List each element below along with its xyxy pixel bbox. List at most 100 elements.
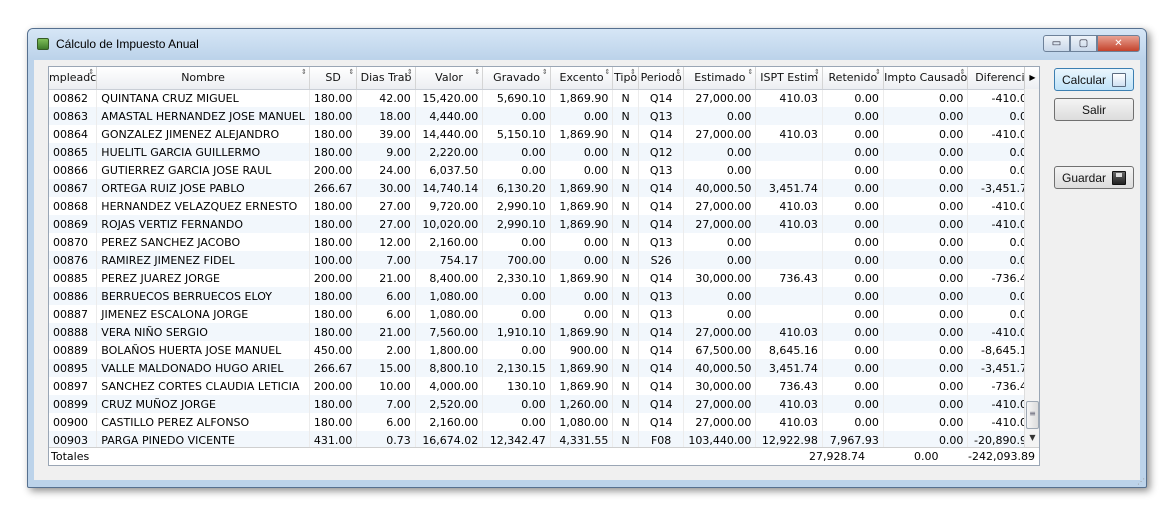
table-cell[interactable]: 67,500.00 xyxy=(683,341,757,359)
table-cell[interactable]: Q13 xyxy=(638,233,685,251)
table-cell[interactable]: 0.00 xyxy=(683,233,757,251)
table-cell[interactable]: 00864 xyxy=(49,125,98,143)
table-cell[interactable]: 0.00 xyxy=(482,287,551,305)
table-cell[interactable]: 0.00 xyxy=(822,395,884,413)
table-cell[interactable]: N xyxy=(612,341,639,359)
table-cell[interactable]: 0.00 xyxy=(883,269,969,287)
table-cell[interactable]: 0.00 xyxy=(822,143,884,161)
table-cell[interactable]: BOLAÑOS HUERTA JOSE MANUEL xyxy=(96,341,310,359)
table-cell[interactable]: 0.00 xyxy=(550,287,614,305)
table-cell[interactable]: 2,990.10 xyxy=(482,197,551,215)
table-cell[interactable]: 180.00 xyxy=(309,287,358,305)
column-header[interactable]: Excento ⇕ xyxy=(550,67,614,90)
scroll-right-icon[interactable]: ▶ xyxy=(1024,67,1039,89)
table-cell[interactable]: VALLE MALDONADO HUGO ARIEL xyxy=(96,359,310,377)
table-cell[interactable]: 0.00 xyxy=(683,305,757,323)
table-cell[interactable]: 0.00 xyxy=(683,161,757,179)
table-cell[interactable]: Q14 xyxy=(638,125,685,143)
table-cell[interactable]: N xyxy=(612,413,639,431)
table-cell[interactable]: N xyxy=(612,215,639,233)
table-cell[interactable]: 0.00 xyxy=(822,107,884,125)
guardar-button[interactable]: Guardar xyxy=(1054,166,1134,189)
table-cell[interactable]: GONZALEZ JIMENEZ ALEJANDRO xyxy=(96,125,310,143)
table-cell[interactable] xyxy=(755,107,823,125)
table-cell[interactable]: 9.00 xyxy=(356,143,416,161)
table-cell[interactable]: 30,000.00 xyxy=(683,377,757,395)
table-cell[interactable]: 18.00 xyxy=(356,107,416,125)
table-cell[interactable]: 0.00 xyxy=(683,287,757,305)
table-cell[interactable]: 0.00 xyxy=(822,89,884,107)
table-cell[interactable]: Q13 xyxy=(638,161,685,179)
table-cell[interactable]: 0.00 xyxy=(822,125,884,143)
table-cell[interactable]: BERRUECOS BERRUECOS ELOY xyxy=(96,287,310,305)
table-cell[interactable]: 0.00 xyxy=(482,413,551,431)
table-cell[interactable]: 0.00 xyxy=(822,215,884,233)
table-cell[interactable]: 3,451.74 xyxy=(755,359,823,377)
table-cell[interactable]: 180.00 xyxy=(309,395,358,413)
table-cell[interactable]: 0.00 xyxy=(883,341,969,359)
table-cell[interactable]: 00868 xyxy=(49,197,98,215)
table-cell[interactable]: 180.00 xyxy=(309,305,358,323)
table-cell[interactable]: 00889 xyxy=(49,341,98,359)
table-cell[interactable]: N xyxy=(612,251,639,269)
table-cell[interactable]: 00897 xyxy=(49,377,98,395)
table-cell[interactable]: 00870 xyxy=(49,233,98,251)
table-cell[interactable]: 00867 xyxy=(49,179,98,197)
table-cell[interactable]: 27,000.00 xyxy=(683,125,757,143)
table-cell[interactable]: 5,150.10 xyxy=(482,125,551,143)
table-cell[interactable]: Q13 xyxy=(638,287,685,305)
table-cell[interactable]: 0.00 xyxy=(822,197,884,215)
table-cell[interactable]: Q13 xyxy=(638,107,685,125)
table-cell[interactable]: 0.00 xyxy=(883,251,969,269)
table-row[interactable]: 00866 GUTIERREZ GARCIA JOSE RAUL 200.00 24.… xyxy=(49,161,1039,179)
table-cell[interactable]: 6,130.20 xyxy=(482,179,551,197)
table-cell[interactable]: PEREZ JUAREZ JORGE xyxy=(96,269,310,287)
table-cell[interactable]: SANCHEZ CORTES CLAUDIA LETICIA xyxy=(96,377,310,395)
table-cell[interactable]: 0.00 xyxy=(883,107,969,125)
table-cell[interactable]: 0.00 xyxy=(822,359,884,377)
table-cell[interactable]: 0.00 xyxy=(822,287,884,305)
table-cell[interactable]: N xyxy=(612,305,639,323)
table-cell[interactable]: 8,400.00 xyxy=(415,269,484,287)
table-cell[interactable]: 0.00 xyxy=(883,413,969,431)
table-cell[interactable]: Q14 xyxy=(638,89,685,107)
table-cell[interactable]: 00886 xyxy=(49,287,98,305)
table-cell[interactable]: 0.00 xyxy=(550,161,614,179)
table-cell[interactable]: 30,000.00 xyxy=(683,269,757,287)
table-cell[interactable]: 00885 xyxy=(49,269,98,287)
table-cell[interactable]: VERA NIÑO SERGIO xyxy=(96,323,310,341)
table-cell[interactable]: 1,869.90 xyxy=(550,359,614,377)
table-cell[interactable]: 200.00 xyxy=(309,161,358,179)
table-cell[interactable]: 0.00 xyxy=(883,377,969,395)
table-cell[interactable]: 00887 xyxy=(49,305,98,323)
table-cell[interactable]: GUTIERREZ GARCIA JOSE RAUL xyxy=(96,161,310,179)
table-cell[interactable]: 8,645.16 xyxy=(755,341,823,359)
table-cell[interactable]: CASTILLO PEREZ ALFONSO xyxy=(96,413,310,431)
table-cell[interactable]: 0.00 xyxy=(683,251,757,269)
table-cell[interactable]: N xyxy=(612,143,639,161)
table-cell[interactable]: 266.67 xyxy=(309,359,358,377)
table-cell[interactable]: 1,869.90 xyxy=(550,125,614,143)
column-header[interactable]: Gravado ⇕ xyxy=(482,67,551,90)
table-cell[interactable]: 900.00 xyxy=(550,341,614,359)
table-cell[interactable]: JIMENEZ ESCALONA JORGE xyxy=(96,305,310,323)
table-cell[interactable]: 5,690.10 xyxy=(482,89,551,107)
table-cell[interactable]: 1,869.90 xyxy=(550,179,614,197)
table-cell[interactable]: 0.00 xyxy=(883,287,969,305)
table-cell[interactable]: 39.00 xyxy=(356,125,416,143)
table-cell[interactable]: 410.03 xyxy=(755,215,823,233)
table-cell[interactable]: 0.00 xyxy=(883,305,969,323)
column-header[interactable]: Tipo ⇕ xyxy=(612,67,639,90)
table-row[interactable]: 00889 BOLAÑOS HUERTA JOSE MANUEL 450.00 2.0… xyxy=(49,341,1039,359)
table-cell[interactable]: 00863 xyxy=(49,107,98,125)
table-cell[interactable]: 1,869.90 xyxy=(550,377,614,395)
table-cell[interactable]: 1,869.90 xyxy=(550,197,614,215)
table-cell[interactable]: 180.00 xyxy=(309,197,358,215)
table-cell[interactable]: 10.00 xyxy=(356,377,416,395)
table-row[interactable]: 00886 BERRUECOS BERRUECOS ELOY 180.00 6.00 1… xyxy=(49,287,1039,305)
table-cell[interactable]: RAMIREZ JIMENEZ FIDEL xyxy=(96,251,310,269)
salir-button[interactable]: Salir xyxy=(1054,98,1134,121)
table-row[interactable]: 00863 AMASTAL HERNANDEZ JOSE MANUEL 180.00… xyxy=(49,107,1039,125)
table-cell[interactable]: ORTEGA RUIZ JOSE PABLO xyxy=(96,179,310,197)
table-cell[interactable]: 0.00 xyxy=(550,107,614,125)
